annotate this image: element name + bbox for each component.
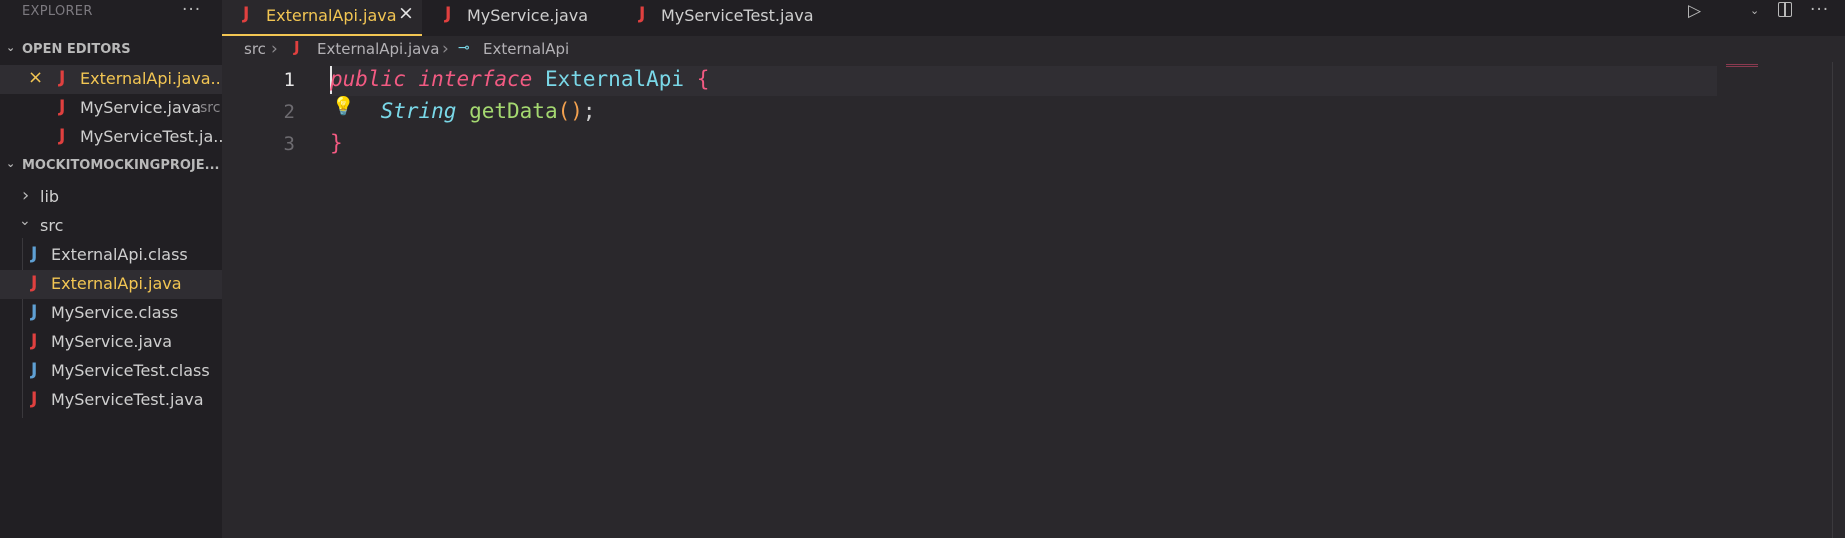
tab-externalapi-java[interactable]: J ExternalApi.java × bbox=[222, 0, 422, 36]
keyword-token: interface bbox=[418, 67, 533, 91]
close-icon[interactable]: × bbox=[28, 67, 43, 88]
line-number: 3 bbox=[283, 133, 295, 155]
file-label: ExternalApi.java bbox=[51, 274, 182, 293]
line-number: 2 bbox=[283, 101, 295, 123]
chevron-down-icon: ⌄ bbox=[19, 213, 31, 229]
chevron-right-icon: › bbox=[22, 185, 30, 206]
chevron-right-icon: › bbox=[271, 39, 278, 59]
explorer-more-icon[interactable]: ··· bbox=[182, 0, 201, 20]
open-editor-label: ExternalApi.java... bbox=[80, 69, 222, 88]
editor-scroll-rule bbox=[1832, 62, 1833, 538]
java-file-icon: J bbox=[31, 273, 38, 293]
file-label: ExternalApi.class bbox=[51, 245, 188, 264]
tab-label: MyService.java bbox=[467, 6, 589, 25]
project-section-header[interactable]: ⌄ MOCKITOMOCKINGPROJE... bbox=[0, 153, 222, 179]
folder-label: src bbox=[40, 216, 64, 235]
open-editor-path-hint: src bbox=[200, 100, 221, 116]
java-class-file-icon: J bbox=[31, 302, 38, 322]
type-name-token: ExternalApi bbox=[544, 67, 685, 91]
open-editor-label: MyService.java bbox=[80, 98, 202, 117]
java-file-icon: J bbox=[31, 389, 38, 409]
brace-token: { bbox=[696, 67, 710, 91]
semicolon-token: ; bbox=[582, 99, 596, 123]
brace-token: } bbox=[330, 131, 343, 155]
code-line-1: public interface ExternalApi { bbox=[330, 67, 709, 91]
chevron-down-icon[interactable]: ⌄ bbox=[1750, 4, 1759, 17]
java-file-icon: J bbox=[445, 4, 452, 24]
tree-file-externalapi-java[interactable]: J ExternalApi.java bbox=[0, 270, 222, 299]
open-editor-item-myservicetest[interactable]: J MyServiceTest.ja... bbox=[0, 123, 222, 152]
file-label: MyService.java bbox=[51, 332, 173, 351]
code-line-2: String getData(); bbox=[330, 99, 596, 123]
open-editors-section-header[interactable]: ⌄ OPEN EDITORS bbox=[0, 37, 222, 63]
explorer-title: EXPLORER bbox=[22, 4, 93, 19]
open-editor-label: MyServiceTest.ja... bbox=[80, 127, 222, 146]
file-label: MyServiceTest.class bbox=[51, 361, 210, 380]
breadcrumb-symbol[interactable]: ExternalApi bbox=[483, 40, 569, 58]
close-icon[interactable]: × bbox=[398, 2, 414, 24]
tree-file-myservice-class[interactable]: J MyService.class bbox=[0, 299, 222, 328]
open-editor-item-externalapi[interactable]: × J ExternalApi.java... bbox=[0, 65, 222, 94]
editor-more-icon[interactable]: ··· bbox=[1810, 0, 1829, 20]
java-file-icon: J bbox=[294, 38, 300, 56]
file-label: MyServiceTest.java bbox=[51, 390, 204, 409]
open-editor-item-myservice[interactable]: J MyService.java src bbox=[0, 94, 222, 123]
java-file-icon: J bbox=[31, 331, 38, 351]
tree-file-myservicetest-java[interactable]: J MyServiceTest.java bbox=[0, 386, 222, 415]
tree-file-externalapi-class[interactable]: J ExternalApi.class bbox=[0, 241, 222, 270]
keyword-token: public bbox=[330, 67, 406, 91]
split-editor-icon[interactable] bbox=[1778, 2, 1792, 17]
folder-label: lib bbox=[40, 187, 60, 206]
play-icon[interactable]: ▷ bbox=[1688, 1, 1701, 21]
java-class-file-icon: J bbox=[31, 360, 38, 380]
java-file-icon: J bbox=[59, 126, 66, 146]
chevron-down-icon: ⌄ bbox=[6, 157, 16, 170]
java-class-file-icon: J bbox=[31, 244, 38, 264]
explorer-sidebar: EXPLORER ··· ⌄ OPEN EDITORS × J External… bbox=[0, 0, 222, 538]
code-line-3: } bbox=[330, 131, 343, 155]
java-file-icon: J bbox=[639, 4, 646, 24]
interface-symbol-icon: ⊸ bbox=[458, 40, 470, 56]
minimap[interactable] bbox=[1726, 64, 1758, 68]
code-editor[interactable] bbox=[222, 62, 1845, 538]
type-token: String bbox=[380, 99, 457, 123]
java-file-icon: J bbox=[243, 4, 250, 24]
java-file-icon: J bbox=[59, 97, 66, 117]
editor-tab-bar: J ExternalApi.java × J MyService.java J … bbox=[222, 0, 1845, 36]
tree-file-myservice-java[interactable]: J MyService.java bbox=[0, 328, 222, 357]
paren-token: () bbox=[557, 99, 583, 123]
tab-myservice-java[interactable]: J MyService.java bbox=[422, 0, 615, 36]
chevron-down-icon: ⌄ bbox=[6, 41, 16, 54]
tab-label: ExternalApi.java bbox=[266, 6, 397, 25]
tree-folder-src[interactable]: ⌄ src bbox=[0, 212, 222, 241]
chevron-right-icon: › bbox=[442, 39, 449, 59]
tree-file-myservicetest-class[interactable]: J MyServiceTest.class bbox=[0, 357, 222, 386]
breadcrumb-folder[interactable]: src bbox=[244, 40, 266, 58]
breadcrumb-file[interactable]: ExternalApi.java bbox=[317, 40, 439, 58]
tab-label: MyServiceTest.java bbox=[661, 6, 814, 25]
method-name-token: getData bbox=[469, 99, 558, 123]
java-file-icon: J bbox=[59, 68, 66, 88]
line-number: 1 bbox=[283, 69, 295, 91]
tab-myservicetest-java[interactable]: J MyServiceTest.java bbox=[615, 0, 835, 36]
project-label: MOCKITOMOCKINGPROJE... bbox=[22, 158, 220, 173]
tree-folder-lib[interactable]: › lib bbox=[0, 183, 222, 212]
file-label: MyService.class bbox=[51, 303, 179, 322]
open-editors-label: OPEN EDITORS bbox=[22, 42, 131, 57]
